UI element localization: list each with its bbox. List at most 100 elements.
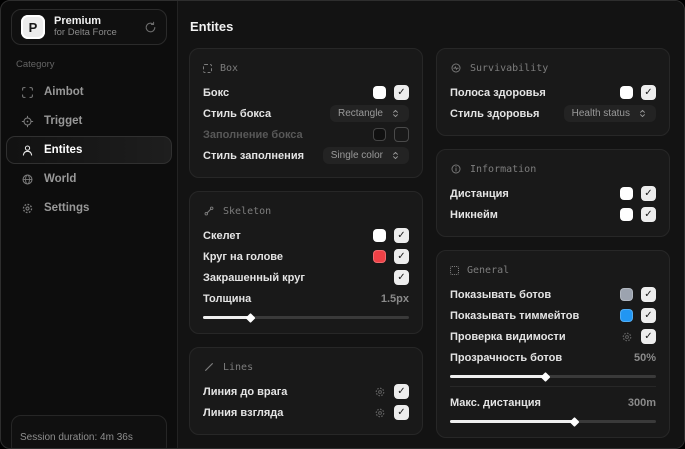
checkbox[interactable] (641, 186, 656, 201)
fill-style-select[interactable]: Single color (322, 147, 409, 164)
checkbox[interactable] (394, 405, 409, 420)
setting-row: Линия взгляда (203, 402, 409, 423)
color-swatch[interactable] (620, 309, 633, 322)
sidebar-item-settings[interactable]: Settings (6, 194, 172, 222)
panel-lines: Lines Линия до врага Линия взгляда (189, 347, 423, 435)
checkbox[interactable] (641, 308, 656, 323)
divider (450, 386, 656, 387)
color-swatch[interactable] (620, 86, 633, 99)
setting-row: Стиль заполнения Single color (203, 145, 409, 166)
chevron-updown-icon (637, 108, 648, 119)
setting-row: Закрашенный круг (203, 267, 409, 288)
left-column: Box Бокс Стиль бокса Rectangle (189, 48, 423, 438)
panel-header: Lines (203, 357, 409, 377)
line-icon (203, 361, 215, 373)
panel-header: General (450, 260, 656, 280)
color-swatch[interactable] (620, 288, 633, 301)
panel-header: Survivability (450, 58, 656, 78)
main-content: Entites Box Бокс ✓ Стиль бокса Rectangle… (177, 1, 684, 448)
slider-thumb[interactable] (540, 371, 551, 382)
color-swatch[interactable] (373, 86, 386, 99)
setting-row: Проверка видимости (450, 326, 656, 347)
sidebar-item-label: World (44, 173, 77, 185)
box-style-select[interactable]: Rectangle (329, 105, 409, 122)
checkbox[interactable] (394, 270, 409, 285)
checkbox[interactable] (641, 287, 656, 302)
brand-card: P Premium for Delta Force (11, 9, 167, 45)
checkbox[interactable] (394, 228, 409, 243)
setting-row: Скелет (203, 225, 409, 246)
refresh-icon[interactable] (144, 21, 157, 34)
grid-icon (450, 265, 459, 275)
gear-icon[interactable] (374, 386, 386, 398)
trigger-icon (21, 115, 34, 128)
brand-logo: P (21, 15, 45, 39)
sidebar-item-trigget[interactable]: Trigget (6, 107, 172, 135)
color-swatch[interactable] (620, 208, 633, 221)
slider-value: 50% (633, 351, 656, 364)
sidebar-item-entites[interactable]: Entites (6, 136, 172, 164)
color-swatch[interactable] (373, 128, 386, 141)
health-style-select[interactable]: Health status (563, 105, 656, 122)
session-duration: Session duration: 4m 36s (20, 432, 133, 443)
chevron-updown-icon (390, 108, 401, 119)
setting-row: Показывать тиммейтов (450, 305, 656, 326)
setting-row: Никнейм (450, 204, 656, 225)
panel-information: Information Дистанция Никнейм (436, 149, 670, 237)
color-swatch[interactable] (373, 229, 386, 242)
color-swatch[interactable] (620, 187, 633, 200)
setting-row: Круг на голове (203, 246, 409, 267)
app-window: P Premium for Delta Force Category Aimbo… (0, 0, 685, 449)
setting-row: Заполнение бокса (203, 124, 409, 145)
brand-title: Premium (54, 15, 102, 28)
checkbox[interactable] (394, 249, 409, 264)
panel-header: Box (203, 58, 409, 78)
slider-thumb[interactable] (569, 416, 580, 427)
panel-skeleton: Skeleton Скелет Круг на голове (189, 191, 423, 334)
slider-thumb[interactable] (245, 312, 256, 323)
checkbox[interactable] (641, 85, 656, 100)
setting-row: Стиль здоровья Health status (450, 103, 656, 124)
slider-group: Прозрачность ботов 50% (450, 347, 656, 382)
brand-subtitle: for Delta Force (54, 26, 117, 38)
session-card: Session duration: 4m 36s (11, 415, 167, 448)
setting-row: Дистанция (450, 183, 656, 204)
gear-icon (21, 202, 34, 215)
sidebar-item-label: Trigget (44, 115, 83, 127)
checkbox[interactable] (394, 127, 409, 142)
gear-icon[interactable] (621, 331, 633, 343)
gear-icon[interactable] (374, 407, 386, 419)
checkbox[interactable] (394, 85, 409, 100)
thickness-slider[interactable] (203, 312, 409, 323)
sidebar: P Premium for Delta Force Category Aimbo… (1, 1, 177, 448)
box-icon (203, 63, 212, 73)
checkbox[interactable] (641, 329, 656, 344)
slider-group: Толщина 1.5px (203, 288, 409, 323)
setting-row: Бокс (203, 82, 409, 103)
sidebar-item-world[interactable]: World (6, 165, 172, 193)
panel-general: General Показывать ботов Показывать тимм… (436, 250, 670, 438)
checkbox[interactable] (641, 207, 656, 222)
sidebar-item-aimbot[interactable]: Aimbot (6, 78, 172, 106)
pulse-icon (450, 62, 462, 74)
globe-icon (21, 173, 34, 186)
category-label: Category (16, 59, 55, 70)
slider-value: 1.5px (380, 292, 409, 305)
setting-row: Показывать ботов (450, 284, 656, 305)
panel-header: Skeleton (203, 201, 409, 221)
chevron-updown-icon (390, 150, 401, 161)
panel-box: Box Бокс Стиль бокса Rectangle (189, 48, 423, 178)
panel-header: Information (450, 159, 656, 179)
sidebar-item-label: Entites (44, 144, 83, 156)
checkbox[interactable] (394, 384, 409, 399)
color-swatch[interactable] (373, 250, 386, 263)
setting-row: Полоса здоровья (450, 82, 656, 103)
info-icon (450, 163, 462, 175)
panel-survivability: Survivability Полоса здоровья Стиль здор… (436, 48, 670, 136)
setting-row: Линия до врага (203, 381, 409, 402)
sidebar-nav: Aimbot Trigget Entites World Settings (6, 78, 172, 222)
bot-opacity-slider[interactable] (450, 371, 656, 382)
slider-group: Макс. дистанция 300m (450, 392, 656, 427)
page-title: Entites (190, 19, 234, 34)
max-distance-slider[interactable] (450, 416, 656, 427)
